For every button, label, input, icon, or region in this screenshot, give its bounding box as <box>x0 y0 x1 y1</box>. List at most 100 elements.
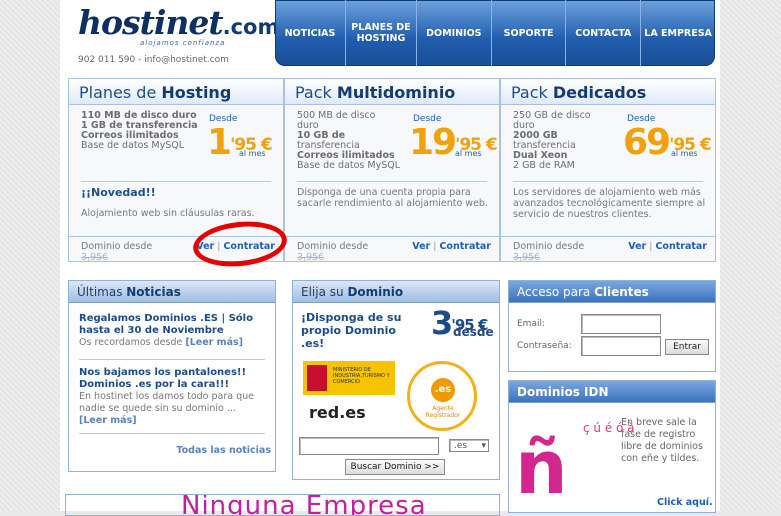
pack-description: Los servidores de alojamiento web más av… <box>513 187 706 220</box>
logo-domain-suffix: .com <box>222 15 280 39</box>
pack-footer: Dominio desde 3,95€ Ver | Contratar <box>285 236 499 263</box>
password-field[interactable] <box>581 336 661 356</box>
news-divider <box>79 359 265 360</box>
domain-from-price: 3,95€ <box>513 252 541 263</box>
read-more-link[interactable]: [Leer más] <box>79 415 265 427</box>
novedad-label: ¡¡Novedad!! <box>81 186 156 199</box>
domain-from-label: Dominio desde <box>81 241 153 252</box>
pack-specs: 110 MB de disco duro 1 GB de transferenc… <box>81 111 198 151</box>
domain-from-label: Dominio desde <box>513 241 585 252</box>
hostinet-logo[interactable]: hostinet.com alojamos confianza <box>78 3 279 52</box>
divider <box>513 181 703 182</box>
pack-specs: 250 GB de disco duro 2000 GB transferenc… <box>513 111 591 171</box>
price-per-month: al mes <box>671 149 698 158</box>
news-panel: Últimas Noticias Regalamos Dominios .ES … <box>68 280 276 472</box>
idn-panel: Dominios IDN ñ ç ú é ó à En breve sale l… <box>508 380 716 513</box>
pack-title: Planes de Hosting <box>69 79 283 105</box>
domain-header-prefix: Elija su <box>301 285 348 299</box>
news-header: Últimas Noticias <box>69 281 275 303</box>
domain-from-label: Dominio desde <box>297 241 369 252</box>
contratar-link[interactable]: Contratar <box>655 241 707 252</box>
news-item-summary: En hostinet los damos todo para que nadi… <box>79 391 255 414</box>
seal-es-icon: .es <box>431 378 455 402</box>
ver-link[interactable]: Ver <box>412 241 430 252</box>
client-login-header: Acceso para Clientes <box>509 281 715 303</box>
price-integer: 69 <box>623 122 671 163</box>
domain-panel: Elija su Dominio ¡Disponga de su propio … <box>292 280 500 480</box>
read-more-link[interactable]: [Leer más] <box>185 337 243 348</box>
tld-selected: .es <box>454 441 468 451</box>
domain-price: 3'95 € desde <box>431 304 494 342</box>
client-login-panel: Acceso para Clientes Email: Contraseña: … <box>508 280 716 372</box>
nav-la-empresa[interactable]: LA EMPRESA <box>641 0 715 66</box>
domain-price-desde: desde <box>453 325 494 339</box>
pack-description: Disponga de una cuenta propia para sacar… <box>297 187 488 209</box>
pack-title-bold: Multidominio <box>336 83 456 102</box>
domain-promo: ¡Disponga de su propio Dominio .es! <box>301 311 402 350</box>
main-navigation: NOTICIAS PLANES DE HOSTING DOMINIOS SOPO… <box>275 0 715 66</box>
price-integer: 1 <box>207 122 232 163</box>
email-field[interactable] <box>581 314 661 334</box>
all-news-link[interactable]: Todas las noticias <box>176 445 271 456</box>
idn-text: En breve sale la fase de registro libre … <box>621 417 703 464</box>
nav-noticias[interactable]: NOTICIAS <box>275 0 346 66</box>
idn-click-here-link[interactable]: Click aquí. <box>657 497 713 508</box>
price-integer: 19 <box>409 122 457 163</box>
divider <box>81 181 271 182</box>
domain-from-price: 3,95€ <box>81 252 109 263</box>
pack-multidominio: Pack Multidominio 500 MB de disco duro 1… <box>284 78 500 263</box>
news-item: Regalamos Dominios .ES | Sólo hasta el 3… <box>79 313 265 349</box>
news-item-title[interactable]: Regalamos Dominios .ES | Sólo hasta el 3… <box>79 313 265 337</box>
pack-title-prefix: Planes de <box>79 83 162 102</box>
pack-specs: 500 MB de disco duro 10 GB de transferen… <box>297 111 400 171</box>
news-divider <box>79 433 265 434</box>
chevron-down-icon: ▾ <box>481 441 486 451</box>
nav-contacta[interactable]: CONTACTA <box>566 0 642 66</box>
pack-dedicados: Pack Dedicados 250 GB de disco duro 2000… <box>500 78 716 263</box>
spec-line: Base de datos MySQL <box>81 140 185 151</box>
redes-logo: red.es <box>309 403 366 422</box>
pack-footer: Dominio desde 3,95€ Ver | Contratar <box>501 236 715 263</box>
ministerio-text: MINISTERIO DE INDUSTRIA,TURISMO Y COMERC… <box>333 367 390 385</box>
pack-description: Alojamiento web sin cláusulas raras. <box>81 208 255 219</box>
password-label: Contraseña: <box>517 341 572 351</box>
search-domain-button[interactable]: Buscar Dominio >> <box>345 459 445 475</box>
price-per-month: al mes <box>455 149 482 158</box>
news-header-bold: Noticias <box>126 285 181 299</box>
spec-line: 2 GB de RAM <box>513 160 575 171</box>
ver-link[interactable]: Ver <box>628 241 646 252</box>
domain-header: Elija su Dominio <box>293 281 499 303</box>
email-label: Email: <box>517 319 546 329</box>
pack-title-bold: Hosting <box>161 83 232 102</box>
client-header-bold: Clientes <box>594 285 649 299</box>
price-value: 19'95 € <box>409 122 498 163</box>
agente-registrador-seal: .es Agente Registrador <box>407 361 477 431</box>
news-item-title[interactable]: Nos bajamos los pantalones!! Dominios .e… <box>79 367 265 391</box>
tld-select[interactable]: .es ▾ <box>449 439 489 452</box>
pack-links: Ver | Contratar <box>412 241 491 252</box>
bottom-banner[interactable]: Ninguna Empresa <box>65 494 500 516</box>
news-item: Nos bajamos los pantalones!! Dominios .e… <box>79 367 265 427</box>
seal-text: Agente Registrador <box>425 405 461 419</box>
pack-links: Ver | Contratar <box>628 241 707 252</box>
banner-text: Ninguna Empresa <box>181 494 427 516</box>
nav-planes-hosting[interactable]: PLANES DE HOSTING <box>346 0 417 66</box>
news-item-text: Os recordamos desde [Leer más] <box>79 337 265 349</box>
nav-dominios[interactable]: DOMINIOS <box>417 0 492 66</box>
login-button[interactable]: Entrar <box>665 339 709 355</box>
logo-tagline: alojamos confianza <box>140 39 226 47</box>
pack-title: Pack Multidominio <box>285 79 499 105</box>
domain-price-integer: 3 <box>431 304 453 342</box>
pack-title-bold: Dedicados <box>552 83 647 102</box>
divider <box>297 181 487 182</box>
contratar-link[interactable]: Contratar <box>439 241 491 252</box>
contact-info: 902 011 590 - info@hostinet.com <box>78 55 229 65</box>
enye-graphic: ñ <box>515 425 568 511</box>
spec-line: Base de datos MySQL <box>297 160 401 171</box>
logo-text: hostinet <box>78 3 224 42</box>
domain-from-price: 3,95€ <box>297 252 325 263</box>
pack-title-prefix: Pack <box>295 83 337 102</box>
nav-soporte[interactable]: SOPORTE <box>492 0 567 66</box>
domain-search-input[interactable] <box>299 437 439 455</box>
pack-title-prefix: Pack <box>511 83 553 102</box>
